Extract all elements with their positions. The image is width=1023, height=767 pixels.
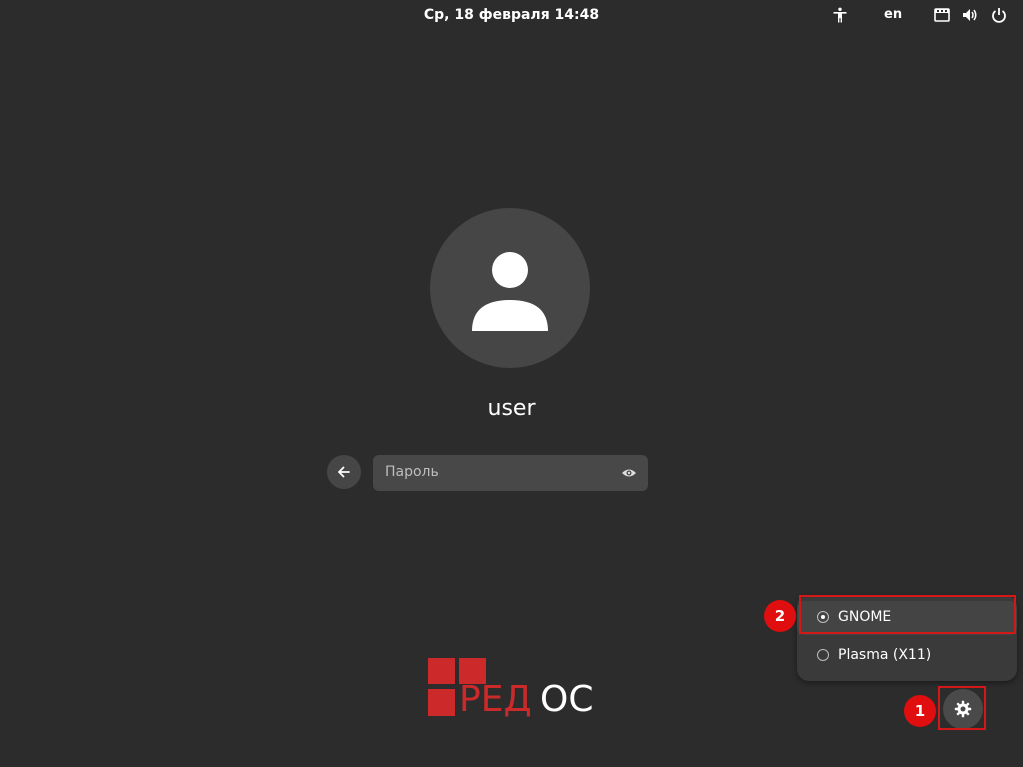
username-label: user (487, 396, 536, 421)
callout-2: 2 (764, 600, 796, 632)
arrow-left-icon (338, 466, 350, 478)
user-icon (472, 252, 548, 331)
session-label: Plasma (X11) (838, 647, 932, 663)
top-bar: Ср, 18 февраля 14:48 en (0, 0, 1023, 30)
volume-icon[interactable] (962, 7, 978, 23)
logo-square (428, 658, 455, 684)
keyboard-icon[interactable] (934, 7, 950, 23)
password-placeholder: Пароль (385, 464, 439, 480)
annotation-highlight-gear (938, 686, 986, 730)
clock[interactable]: Ср, 18 февраля 14:48 (0, 7, 1023, 23)
accessibility-icon[interactable] (832, 7, 848, 23)
logo-text-white: ОС (540, 679, 594, 720)
session-item-plasma[interactable]: Plasma (X11) (797, 639, 1017, 673)
password-field[interactable]: Пароль (373, 455, 648, 491)
language-indicator[interactable]: en (884, 7, 902, 22)
callout-1: 1 (904, 695, 936, 727)
annotation-highlight-gnome (799, 595, 1016, 634)
back-button[interactable] (327, 455, 361, 489)
logo-square (428, 690, 455, 716)
avatar (430, 208, 590, 368)
logo-text-red: РЕД (459, 679, 532, 720)
radio-unselected (817, 649, 829, 661)
power-icon[interactable] (991, 7, 1007, 23)
eye-icon[interactable] (621, 466, 637, 480)
